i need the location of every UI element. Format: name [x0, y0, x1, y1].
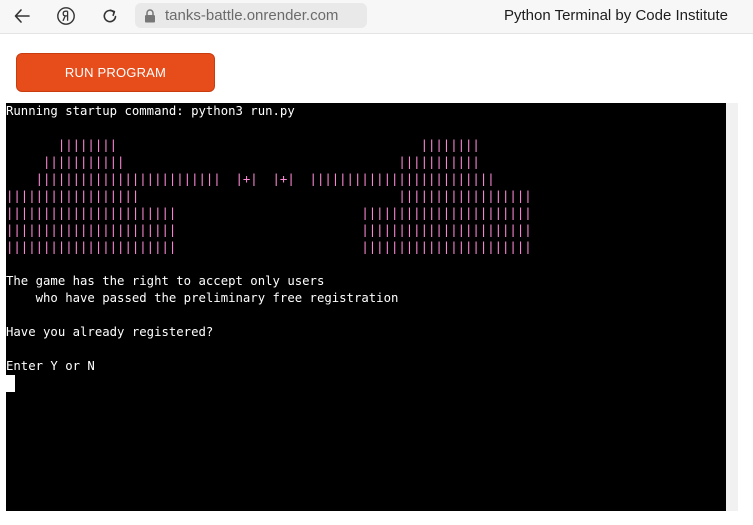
- terminal[interactable]: Running startup command: python3 run.py …: [6, 103, 726, 511]
- browser-toolbar: tanks-battle.onrender.com Python Termina…: [0, 0, 753, 34]
- registration-question: Have you already registered?: [6, 325, 214, 339]
- page-bottom: [0, 511, 753, 525]
- page-title: Python Terminal by Code Institute: [503, 7, 728, 24]
- terminal-scrollbar[interactable]: [726, 103, 738, 511]
- address-bar[interactable]: tanks-battle.onrender.com: [135, 3, 367, 28]
- terminal-cursor[interactable]: [6, 375, 15, 392]
- yandex-icon[interactable]: [53, 4, 79, 28]
- registration-message-cont: who have passed the preliminary free reg…: [6, 291, 399, 305]
- tank-art-line: ||||||||||||||||||||||| ||||||||||||||||…: [6, 206, 532, 220]
- url-text: tanks-battle.onrender.com: [165, 7, 339, 24]
- tank-art-line: ||||||||||||||||||||||| ||||||||||||||||…: [6, 223, 532, 237]
- reload-icon[interactable]: [97, 4, 123, 28]
- lock-icon[interactable]: [143, 8, 157, 24]
- run-program-button[interactable]: RUN PROGRAM: [16, 53, 215, 92]
- tank-art-line: ||||||||||||||||||||||||| |+| |+| ||||||…: [6, 172, 495, 186]
- startup-command-line: Running startup command: python3 run.py: [6, 104, 295, 118]
- registration-message: The game has the right to accept only us…: [6, 274, 325, 288]
- tank-art-line: |||||||| ||||||||: [6, 138, 480, 152]
- back-arrow-icon[interactable]: [9, 4, 35, 28]
- input-prompt: Enter Y or N: [6, 359, 95, 373]
- tank-art-line: ||||||||||| |||||||||||: [6, 155, 480, 169]
- tank-art-line: ||||||||||||||||||||||| ||||||||||||||||…: [6, 240, 532, 254]
- tank-art-line: |||||||||||||||||| ||||||||||||||||||: [6, 189, 532, 203]
